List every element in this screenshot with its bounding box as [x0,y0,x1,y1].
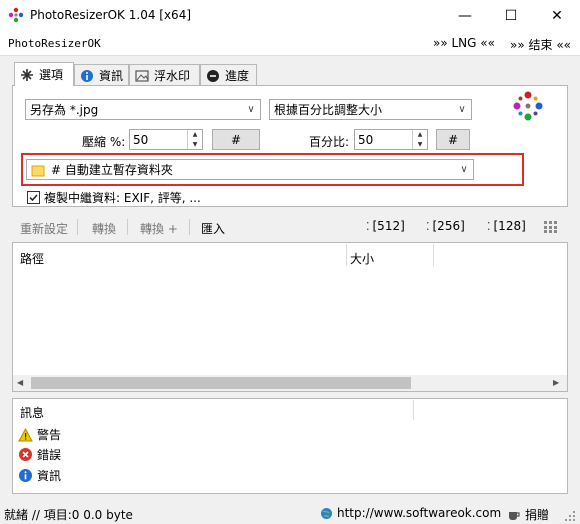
copy-meta-checkbox[interactable]: 複製中繼資料: EXIF, 評等, ... [27,189,201,206]
tab-progress-label: 進度 [225,69,250,83]
resize-mode-value: 根據百分比調整大小 [274,103,383,117]
compress-hash-button[interactable]: # [212,129,260,150]
info-icon [81,69,93,82]
column-divider[interactable] [346,244,347,266]
percent-label: 百分比: [309,135,350,149]
spinner-arrows-icon[interactable]: ▲ ▼ [412,130,427,149]
import-button[interactable]: 匯入 [201,220,225,237]
percent-spinner[interactable]: 50 ▲ ▼ [354,129,428,150]
save-as-select[interactable]: 另存為 *.jpg ∨ [25,99,261,120]
scroll-left-icon[interactable]: ◀ [17,378,23,387]
compress-value: 50 [133,132,149,147]
tab-info-label: 資訊 [99,69,124,83]
warning-icon [18,427,33,441]
error-label: 錯誤 [37,448,62,462]
thumb-128-button[interactable]: ⁚ [128] [487,219,526,233]
thumbnail-size-icon: ⁚ [366,219,370,233]
minimize-button[interactable]: — [442,0,488,31]
convert-plus-button[interactable]: 轉換 + [140,220,178,237]
scroll-right-icon[interactable]: ▶ [553,378,559,387]
reset-button[interactable]: 重新設定 [20,220,68,237]
save-as-value: 另存為 *.jpg [30,103,99,117]
percent-hash-button[interactable]: # [436,129,470,150]
column-header-size[interactable]: 大小 [350,250,374,267]
progress-icon [207,69,219,82]
maximize-button[interactable]: ☐ [488,0,534,31]
toolbar-divider [77,219,78,235]
coffee-cup-icon [509,512,520,520]
column-header-path[interactable]: 路徑 [20,250,44,267]
compress-spinner[interactable]: 50 ▲ ▼ [129,129,203,150]
convert-button[interactable]: 轉換 [92,220,116,237]
resize-mode-select[interactable]: 根據百分比調整大小 ∨ [269,99,472,120]
window-title: PhotoResizerOK 1.04 [x64] [30,8,192,22]
toolbar-divider [189,219,190,235]
message-error[interactable]: 錯誤 [18,446,61,463]
info-label: 資訊 [37,469,62,483]
messages-header: 訊息 [20,406,45,420]
thumb-128-label: [128] [493,219,526,233]
error-icon [19,448,32,461]
grid-view-icon[interactable] [544,221,558,233]
spinner-arrows-icon[interactable]: ▲ ▼ [187,130,202,149]
tab-watermark-label: 浮水印 [154,69,191,83]
language-menu[interactable]: »» LNG «« [433,36,495,50]
compress-label: 壓縮 %: [82,135,126,149]
tab-options[interactable]: 選項 [14,62,74,86]
donate-button[interactable]: 捐贈 [507,506,549,523]
copy-meta-label: 複製中繼資料: EXIF, 評等, ... [44,191,201,205]
website-url: http://www.softwareok.com [337,506,502,520]
close-button[interactable]: ✕ [534,0,580,31]
warning-label: 警告 [37,428,62,442]
thumb-512-button[interactable]: ⁚ [512] [366,219,405,233]
thumb-512-label: [512] [372,219,405,233]
website-link[interactable]: http://www.softwareok.com [320,506,501,520]
chevron-down-icon: ∨ [247,104,255,115]
info-icon [19,469,32,482]
tab-info[interactable]: 資訊 [74,64,129,86]
watermark-icon [135,69,149,82]
thumb-256-label: [256] [432,219,465,233]
percent-value: 50 [358,132,374,147]
message-warning[interactable]: 警告 [18,426,61,443]
donate-label: 捐贈 [525,508,550,522]
chevron-down-icon: ∨ [458,104,466,115]
tab-options-label: 選項 [39,68,64,82]
globe-icon [321,507,332,519]
scrollbar-thumb[interactable] [31,377,411,389]
status-text: 就緒 // 項目:0 0.0 byte [4,508,133,522]
folder-value: # 自動建立暫存資料夾 [51,163,173,177]
app-menu-label[interactable]: PhotoResizerOK [8,37,101,50]
thumb-256-button[interactable]: ⁚ [256] [426,219,465,233]
folder-icon [31,165,45,176]
tab-progress[interactable]: 進度 [200,64,257,86]
app-logo-icon [513,91,543,121]
file-list[interactable] [12,242,568,392]
resize-grip-icon[interactable] [564,510,576,522]
toolbar-divider [127,219,128,235]
column-divider[interactable] [433,244,434,266]
chevron-down-icon: ∨ [460,164,468,175]
app-logo-icon [8,7,24,23]
messages-panel [12,398,568,494]
message-info[interactable]: 資訊 [18,467,61,484]
options-icon [21,68,33,81]
checkbox-checked-icon[interactable] [27,191,40,204]
exit-menu[interactable]: »» 结束 «« [510,36,571,53]
thumbnail-size-icon: ⁚ [487,219,491,233]
folder-select[interactable]: # 自動建立暫存資料夾 ∨ [26,159,474,180]
column-divider [413,400,414,420]
thumbnail-size-icon: ⁚ [426,219,430,233]
tab-watermark[interactable]: 浮水印 [129,64,200,86]
